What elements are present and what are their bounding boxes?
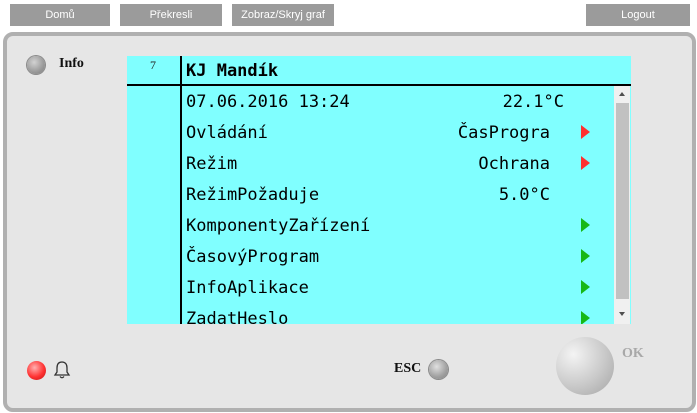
info-label: Info	[59, 56, 84, 71]
menu-row-value: ČasProgra	[457, 123, 550, 143]
scroll-up-icon[interactable]	[614, 88, 630, 102]
redraw-button[interactable]: Překresli	[120, 4, 222, 26]
alarm-led-icon	[27, 361, 46, 380]
ok-label: OK	[622, 346, 644, 361]
scroll-down-icon[interactable]	[614, 307, 630, 321]
arrow-right-icon[interactable]	[581, 311, 590, 324]
screen-divider-vertical	[180, 56, 182, 324]
menu-row-label: Režim	[186, 154, 238, 174]
arrow-right-icon[interactable]	[581, 249, 590, 263]
arrow-right-icon[interactable]	[581, 218, 590, 232]
arrow-right-icon[interactable]	[581, 156, 590, 170]
logout-button[interactable]: Logout	[586, 4, 690, 26]
menu-row-label: ZadatHeslo	[186, 309, 289, 324]
toggle-graph-button[interactable]: Zobraz/Skryj graf	[232, 4, 334, 26]
ok-knob[interactable]	[556, 337, 614, 395]
menu-row-label: KomponentyZařízení	[186, 216, 371, 236]
esc-button[interactable]	[429, 360, 448, 379]
menu-row-label: RežimPožaduje	[186, 185, 320, 205]
page-number: 7	[150, 58, 156, 72]
menu-row-value: Ochrana	[478, 154, 550, 174]
screen-divider-horizontal	[127, 84, 631, 86]
datetime-readout: 07.06.2016 13:24	[186, 92, 350, 112]
menu-row-value: 5.0°C	[498, 185, 550, 205]
scrollbar-thumb[interactable]	[616, 103, 629, 299]
menu-row-label: InfoAplikace	[186, 278, 309, 298]
home-button[interactable]: Domů	[10, 4, 110, 26]
esc-label: ESC	[394, 361, 422, 376]
menu-row-label: ČasovýProgram	[186, 247, 320, 267]
screen-title: KJ Mandík	[186, 61, 279, 81]
menu-row-zadat-heslo[interactable]: ZadatHeslo	[127, 300, 613, 324]
menu-row-label: Ovládání	[186, 123, 268, 143]
arrow-right-icon[interactable]	[581, 280, 590, 294]
temperature-readout: 22.1°C	[502, 92, 564, 112]
info-led-icon[interactable]	[27, 56, 45, 74]
bell-icon[interactable]	[53, 360, 71, 380]
arrow-right-icon[interactable]	[581, 125, 590, 139]
